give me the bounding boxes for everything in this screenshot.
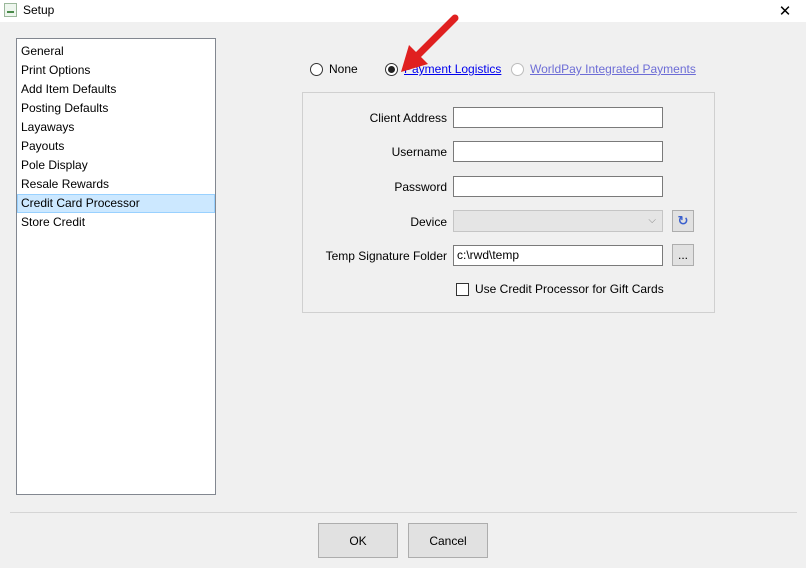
nav-item-print-options[interactable]: Print Options [17,61,215,80]
radio-worldpay[interactable] [511,62,524,76]
username-label: Username [391,145,447,159]
client-address-label: Client Address [369,111,447,125]
device-dropdown[interactable]: ⌵ [453,210,663,232]
temp-signature-folder-input[interactable]: c:\rwd\temp [453,245,663,266]
close-button[interactable]: ✕ [764,0,806,22]
username-input[interactable] [453,141,663,162]
nav-item-posting-defaults[interactable]: Posting Defaults [17,99,215,118]
worldpay-link[interactable]: WorldPay Integrated Payments [530,62,696,76]
password-input[interactable] [453,176,663,197]
refresh-devices-button[interactable]: ↻ [672,210,694,232]
nav-item-resale-rewards[interactable]: Resale Rewards [17,175,215,194]
nav-item-store-credit[interactable]: Store Credit [17,213,215,232]
radio-option-worldpay[interactable]: WorldPay Integrated Payments [511,62,696,76]
password-label: Password [394,180,447,194]
nav-item-layaways[interactable]: Layaways [17,118,215,137]
radio-none-label: None [329,62,358,76]
nav-item-pole-display[interactable]: Pole Display [17,156,215,175]
nav-item-credit-card-processor[interactable]: Credit Card Processor [17,194,215,213]
radio-option-none[interactable]: None [310,62,358,76]
refresh-icon: ↻ [677,213,689,228]
radio-none[interactable] [310,62,323,76]
ok-button[interactable]: OK [318,523,398,558]
temp-signature-folder-label: Temp Signature Folder [325,249,447,263]
annotation-arrow-icon [401,14,459,72]
app-icon [4,3,17,17]
gift-cards-label: Use Credit Processor for Gift Cards [475,282,664,296]
gift-cards-checkbox[interactable] [456,282,469,296]
nav-item-payouts[interactable]: Payouts [17,137,215,156]
gift-cards-option[interactable]: Use Credit Processor for Gift Cards [456,282,664,296]
cancel-button[interactable]: Cancel [408,523,488,558]
nav-item-general[interactable]: General [17,42,215,61]
footer-divider [10,512,797,513]
nav-item-add-item-defaults[interactable]: Add Item Defaults [17,80,215,99]
window-title: Setup [23,3,55,17]
chevron-down-icon: ⌵ [648,215,656,226]
browse-folder-button[interactable]: ... [672,244,694,266]
client-address-input[interactable] [453,107,663,128]
device-label: Device [410,215,447,229]
setup-category-list[interactable]: General Print Options Add Item Defaults … [16,38,216,495]
